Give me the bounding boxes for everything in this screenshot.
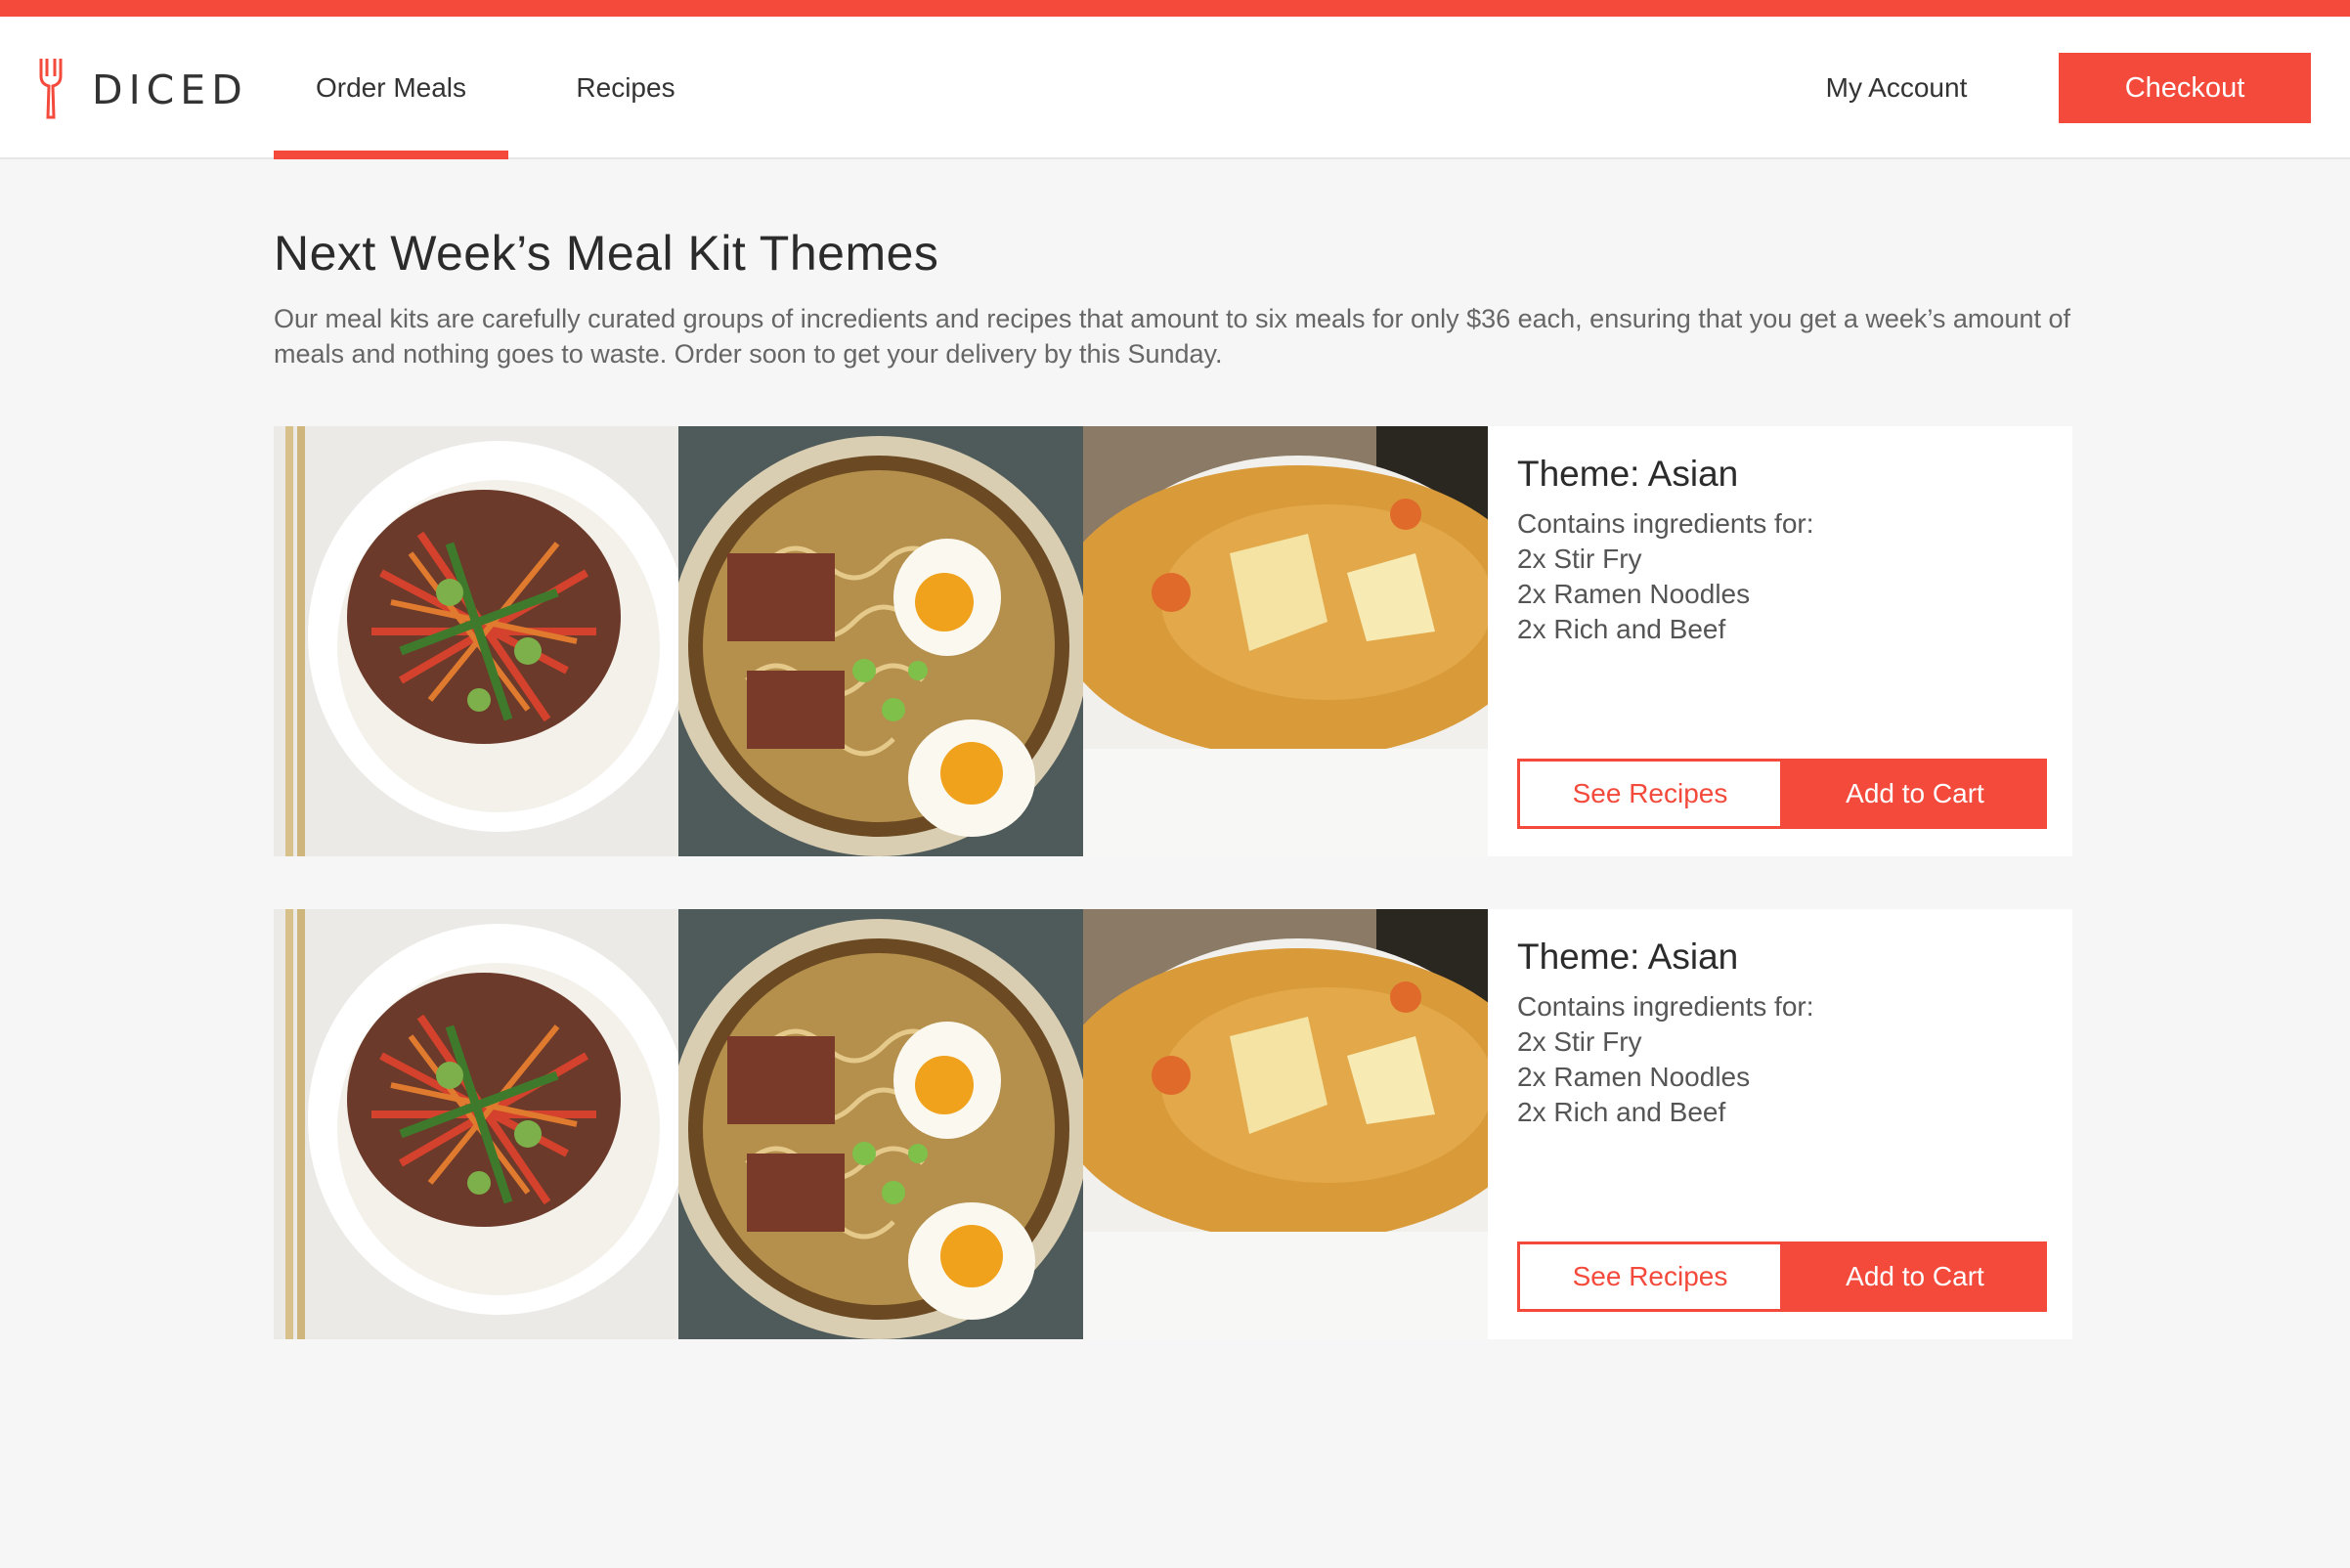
meal-kit-card: Theme: Asian Contains ingredients for: 2… [274, 909, 2072, 1339]
list-item: 2x Stir Fry [1517, 544, 1642, 574]
list-item: 2x Ramen Noodles [1517, 579, 1751, 609]
add-to-cart-button[interactable]: Add to Cart [1783, 1241, 2047, 1312]
list-item: 2x Ramen Noodles [1517, 1062, 1751, 1092]
nav-my-account[interactable]: My Account [1789, 17, 2004, 159]
fork-icon [35, 57, 66, 124]
see-recipes-button[interactable]: See Recipes [1517, 759, 1783, 829]
main-content: Next Week’s Meal Kit Themes Our meal kit… [274, 225, 2072, 371]
checkout-button[interactable]: Checkout [2059, 53, 2311, 123]
kit-theme-title: Theme: Asian [1517, 454, 1739, 494]
contains-label: Contains ingredients for: [1517, 991, 1814, 1022]
add-to-cart-button[interactable]: Add to Cart [1783, 759, 2047, 829]
curry-soup-photo [1083, 909, 1488, 1339]
contains-label: Contains ingredients for: [1517, 508, 1814, 539]
logo[interactable]: DICED [35, 56, 248, 124]
nav-order-meals[interactable]: Order Meals [274, 17, 508, 159]
meal-kit-card: Theme: Asian Contains ingredients for: 2… [274, 426, 2072, 856]
see-recipes-button[interactable]: See Recipes [1517, 1241, 1783, 1312]
nav-recipes[interactable]: Recipes [547, 17, 704, 159]
ramen-photo [678, 426, 1083, 856]
page-title: Next Week’s Meal Kit Themes [274, 226, 939, 281]
list-item: 2x Rich and Beef [1517, 1097, 1726, 1127]
stir-fry-photo [274, 426, 678, 856]
logo-text: DICED [92, 66, 248, 113]
top-accent-bar [0, 0, 2350, 17]
page-description: Our meal kits are carefully curated grou… [274, 304, 2070, 369]
kit-actions: See Recipes Add to Cart [1517, 1241, 2047, 1312]
ingredient-list: 2x Stir Fry 2x Ramen Noodles 2x Rich and… [1517, 542, 2072, 647]
stir-fry-photo [274, 909, 678, 1339]
kit-info: Theme: Asian Contains ingredients for: 2… [1488, 909, 2072, 1339]
kit-info: Theme: Asian Contains ingredients for: 2… [1488, 426, 2072, 856]
ramen-photo [678, 909, 1083, 1339]
list-item: 2x Stir Fry [1517, 1026, 1642, 1057]
curry-soup-photo [1083, 426, 1488, 856]
kit-theme-title: Theme: Asian [1517, 936, 1739, 977]
kit-actions: See Recipes Add to Cart [1517, 759, 2047, 829]
list-item: 2x Rich and Beef [1517, 614, 1726, 644]
top-navbar: DICED Order Meals Recipes My Account Che… [0, 17, 2350, 159]
ingredient-list: 2x Stir Fry 2x Ramen Noodles 2x Rich and… [1517, 1024, 2072, 1130]
